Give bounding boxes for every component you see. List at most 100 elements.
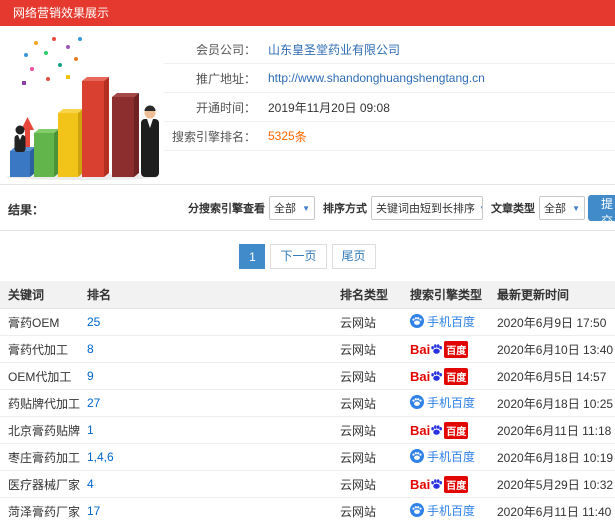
mobile-baidu-label: 手机百度 <box>427 314 476 329</box>
baidu-logo-prefix: Bai <box>410 341 431 357</box>
mobile-baidu-paw-icon <box>410 314 424 329</box>
mobile-baidu-label: 手机百度 <box>427 449 476 464</box>
mobile-baidu-logo: 手机百度 <box>410 313 475 330</box>
keyword-cell: OEM代加工 <box>8 369 72 384</box>
promo-chart-image <box>2 31 164 181</box>
company-label: 会员公司： <box>195 42 256 57</box>
rank-type-cell: 云网站 <box>340 423 377 438</box>
mobile-baidu-logo: 手机百度 <box>410 394 475 411</box>
table-row: 膏药代加工 8 云网站 Bai 百度 2020年6月10日 13:40 <box>0 336 615 363</box>
rank-link[interactable]: 1 <box>87 423 94 437</box>
sort-select[interactable]: 关键词由短到长排序 ▼ <box>371 196 483 220</box>
table-row: 药贴牌代加工 27 云网站 手机百度 2020年6月18日 10:25 <box>0 390 615 417</box>
header-engine-type: 搜索引擎类型 <box>410 288 483 302</box>
updated-cell: 2020年6月18日 10:19 <box>497 450 614 465</box>
mobile-baidu-label: 手机百度 <box>427 503 476 518</box>
rank-type-cell: 云网站 <box>340 477 377 492</box>
next-page-button[interactable]: 下一页 <box>270 244 327 269</box>
baidu-logo-prefix: Bai <box>410 368 431 384</box>
mobile-baidu-paw-icon <box>410 449 424 464</box>
table-row: 膏药OEM 25 云网站 手机百度 2020年6月9日 17:50 <box>0 309 615 336</box>
baidu-logo-suffix: 百度 <box>444 340 469 358</box>
rank-link[interactable]: 25 <box>87 315 100 329</box>
engine-filter-label: 分搜索引擎查看 <box>188 203 265 215</box>
info-row-open-time: 开通时间： 2019年11月20日 09:08 <box>164 93 615 122</box>
baidu-logo: Bai 百度 <box>410 421 469 439</box>
mobile-baidu-logo: 手机百度 <box>410 502 475 519</box>
sort-filter-label: 排序方式 <box>323 203 367 215</box>
baidu-paw-icon <box>431 371 443 381</box>
updated-cell: 2020年6月5日 14:57 <box>497 369 607 384</box>
rank-type-cell: 云网站 <box>340 369 377 384</box>
table-body: 膏药OEM 25 云网站 手机百度 2020年6月9日 17:50 膏药代加工 … <box>0 309 615 520</box>
keyword-cell: 北京膏药贴牌 <box>8 423 81 438</box>
info-section: 会员公司： 山东皇圣堂药业有限公司 推广地址： http://www.shand… <box>0 26 615 185</box>
businessman-left <box>14 125 26 152</box>
baidu-logo: Bai 百度 <box>410 475 469 493</box>
baidu-logo-suffix: 百度 <box>444 421 469 439</box>
header-updated: 最新更新时间 <box>497 288 570 302</box>
keyword-cell: 膏药代加工 <box>8 342 69 357</box>
keyword-cell: 药贴牌代加工 <box>8 396 81 411</box>
sort-select-value: 关键词由短到长排序 <box>376 203 475 215</box>
filter-bar: 结果： 分搜索引擎查看 全部 ▼ 排序方式 关键词由短到长排序 ▼ 文章类型 全… <box>0 185 615 231</box>
keyword-cell: 膏药OEM <box>8 315 60 330</box>
rank-link[interactable]: 9 <box>87 369 94 383</box>
mobile-baidu-paw-icon <box>410 503 424 518</box>
baidu-paw-icon <box>431 344 443 354</box>
baidu-paw-icon <box>431 479 443 489</box>
article-type-select[interactable]: 全部 ▼ <box>539 196 585 220</box>
rank-type-cell: 云网站 <box>340 342 377 357</box>
rank-count-unit: 条 <box>294 129 307 144</box>
keyword-cell: 枣庄膏药加工 <box>8 450 81 465</box>
updated-cell: 2020年6月11日 11:40 <box>497 504 612 519</box>
pagination: 1 下一页 尾页 <box>0 231 615 281</box>
baidu-logo-prefix: Bai <box>410 422 431 438</box>
rank-type-cell: 云网站 <box>340 315 377 330</box>
updated-cell: 2020年6月9日 17:50 <box>497 315 607 330</box>
promo-url-label: 推广地址： <box>195 71 256 86</box>
baidu-logo-prefix: Bai <box>410 476 431 492</box>
rank-link[interactable]: 8 <box>87 342 94 356</box>
confetti-dots <box>22 37 82 85</box>
rank-link[interactable]: 17 <box>87 504 100 518</box>
updated-cell: 2020年6月18日 10:25 <box>497 396 614 411</box>
article-type-label: 文章类型 <box>491 203 535 215</box>
open-time-label: 开通时间： <box>195 100 256 115</box>
info-row-rank-count: 搜索引擎排名： 5325 条 <box>164 122 615 151</box>
table-row: OEM代加工 9 云网站 Bai 百度 2020年6月5日 14:57 <box>0 363 615 390</box>
rank-type-cell: 云网站 <box>340 504 377 519</box>
updated-cell: 2020年6月10日 13:40 <box>497 342 614 357</box>
rank-link[interactable]: 1,4,6 <box>87 450 114 464</box>
updated-cell: 2020年6月11日 11:18 <box>497 423 612 438</box>
engine-select[interactable]: 全部 ▼ <box>269 196 315 220</box>
company-link[interactable]: 山东皇圣堂药业有限公司 <box>256 41 400 58</box>
engine-select-value: 全部 <box>274 203 296 215</box>
keyword-cell: 医疗器械厂家 <box>8 477 81 492</box>
rank-count-label: 搜索引擎排名： <box>171 129 256 144</box>
chevron-down-icon: ▼ <box>572 203 580 213</box>
baidu-logo-suffix: 百度 <box>444 367 469 385</box>
article-type-select-value: 全部 <box>544 203 566 215</box>
rank-link[interactable]: 27 <box>87 396 100 410</box>
baidu-logo-suffix: 百度 <box>444 475 469 493</box>
bar-chart-illustration <box>6 37 159 180</box>
last-page-button[interactable]: 尾页 <box>331 244 376 269</box>
baidu-logo: Bai 百度 <box>410 367 469 385</box>
page-header: 网络营销效果展示 <box>0 0 615 26</box>
table-row: 枣庄膏药加工 1,4,6 云网站 手机百度 2020年6月18日 10:19 <box>0 444 615 471</box>
baidu-logo: Bai 百度 <box>410 340 469 358</box>
rank-count-value: 5325 <box>268 129 295 143</box>
header-rank-type: 排名类型 <box>340 288 389 302</box>
filter-group: 分搜索引擎查看 全部 ▼ 排序方式 关键词由短到长排序 ▼ 文章类型 全部 ▼ <box>188 196 593 220</box>
chevron-down-icon: ▼ <box>302 203 310 213</box>
rank-type-cell: 云网站 <box>340 396 377 411</box>
promo-url-link[interactable]: http://www.shandonghuangshengtang.cn <box>256 71 485 85</box>
rank-link[interactable]: 4 <box>87 477 94 491</box>
header-rank: 排名 <box>87 288 112 302</box>
submit-button[interactable]: 提交 <box>588 195 615 228</box>
open-time-value: 2019年11月20日 09:08 <box>268 100 390 115</box>
table-header-row: 关键词 排名 排名类型 搜索引擎类型 最新更新时间 <box>0 281 615 309</box>
page-number-current[interactable]: 1 <box>239 244 266 269</box>
info-row-url: 推广地址： http://www.shandonghuangshengtang.… <box>164 64 615 93</box>
